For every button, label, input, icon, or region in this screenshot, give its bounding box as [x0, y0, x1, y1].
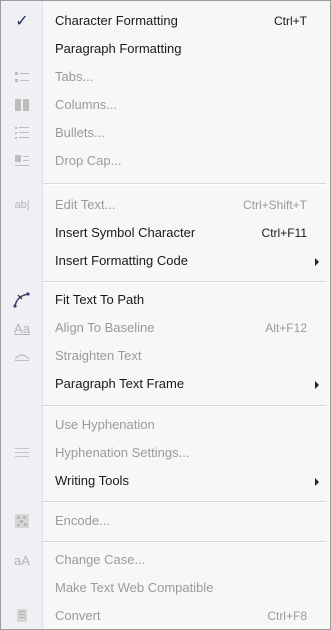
menu-item-label: Align To Baseline	[55, 320, 155, 335]
menu-item-edit-text[interactable]: ab| Edit Text... Ctrl+Shift+T	[2, 191, 329, 219]
menu-item-writing-tools[interactable]: Writing Tools	[2, 467, 329, 495]
menu-item-hyphenation-settings[interactable]: Hyphenation Settings...	[2, 439, 329, 467]
menu-item-shortcut: Alt+F12	[265, 321, 307, 335]
menu-item-shortcut: Ctrl+F11	[261, 226, 307, 240]
menu-separator	[43, 405, 326, 407]
bullets-icon	[2, 119, 42, 147]
menu-item-columns[interactable]: Columns...	[2, 91, 329, 119]
straighten-text-icon	[2, 342, 42, 370]
menu-item-paragraph-formatting[interactable]: Paragraph Formatting	[2, 35, 329, 63]
columns-icon	[2, 91, 42, 119]
menu-item-label: Writing Tools	[55, 473, 129, 488]
menu-item-label: Character Formatting	[55, 13, 178, 28]
align-baseline-icon: Aa	[14, 320, 30, 336]
menu-item-label: Edit Text...	[55, 197, 116, 212]
menu-item-label: Columns...	[55, 97, 118, 112]
menu-item-label: Encode...	[55, 513, 110, 528]
menu-item-drop-cap[interactable]: Drop Cap...	[2, 147, 329, 175]
menu-item-fit-text-to-path[interactable]: Fit Text To Path	[2, 286, 329, 314]
submenu-arrow-icon	[315, 258, 319, 266]
tabs-icon	[2, 63, 42, 91]
menu-item-label: Insert Formatting Code	[55, 253, 188, 268]
menu-item-bullets[interactable]: Bullets...	[2, 119, 329, 147]
checkmark-icon: ✓	[15, 13, 29, 30]
menu-item-label: Change Case...	[55, 552, 146, 567]
fit-text-to-path-icon	[2, 286, 42, 314]
menu-item-use-hyphenation[interactable]: Use Hyphenation	[2, 411, 329, 439]
menu-item-shortcut: Ctrl+F8	[267, 609, 307, 623]
menu-item-straighten-text[interactable]: Straighten Text	[2, 342, 329, 370]
menu-item-paragraph-text-frame[interactable]: Paragraph Text Frame	[2, 370, 329, 398]
submenu-arrow-icon	[315, 478, 319, 486]
menu-item-label: Tabs...	[55, 69, 94, 84]
change-case-icon: aA	[14, 552, 30, 568]
menu-item-label: Use Hyphenation	[55, 417, 155, 432]
encode-icon	[2, 507, 42, 535]
menu-item-label: Bullets...	[55, 125, 105, 140]
menu-item-encode[interactable]: Encode...	[2, 507, 329, 535]
menu-item-label: Paragraph Formatting	[55, 41, 182, 56]
convert-icon	[2, 602, 42, 630]
menu-item-character-formatting[interactable]: ✓ Character Formatting Ctrl+T	[2, 7, 329, 35]
menu-separator	[43, 501, 326, 503]
text-context-menu: ✓ Character Formatting Ctrl+T Paragraph …	[0, 0, 331, 630]
menu-item-label: Straighten Text	[55, 348, 142, 363]
submenu-arrow-icon	[315, 381, 319, 389]
menu-item-change-case[interactable]: aA Change Case...	[2, 546, 329, 574]
menu-item-make-text-web-compatible[interactable]: Make Text Web Compatible	[2, 574, 329, 602]
menu-item-label: Hyphenation Settings...	[55, 445, 190, 460]
drop-cap-icon	[2, 147, 42, 175]
menu-item-insert-formatting-code[interactable]: Insert Formatting Code	[2, 247, 329, 275]
menu-separator	[43, 183, 326, 185]
menu-item-insert-symbol-character[interactable]: Insert Symbol Character Ctrl+F11	[2, 219, 329, 247]
menu-item-label: Make Text Web Compatible	[55, 580, 214, 595]
menu-item-shortcut: Ctrl+T	[274, 14, 307, 28]
menu-separator	[43, 281, 326, 283]
edit-text-icon: ab|	[14, 199, 30, 211]
menu-separator	[43, 541, 326, 543]
menu-item-label: Paragraph Text Frame	[55, 376, 185, 391]
hyphenation-settings-icon	[2, 439, 42, 467]
menu-item-label: Convert	[55, 608, 101, 623]
menu-item-label: Insert Symbol Character	[55, 225, 196, 240]
menu-item-align-to-baseline[interactable]: Aa Align To Baseline Alt+F12	[2, 314, 329, 342]
menu-item-label: Drop Cap...	[55, 153, 122, 168]
menu-item-label: Fit Text To Path	[55, 292, 145, 307]
menu-item-tabs[interactable]: Tabs...	[2, 63, 329, 91]
menu-item-shortcut: Ctrl+Shift+T	[242, 198, 307, 212]
menu-item-convert[interactable]: Convert Ctrl+F8	[2, 602, 329, 630]
